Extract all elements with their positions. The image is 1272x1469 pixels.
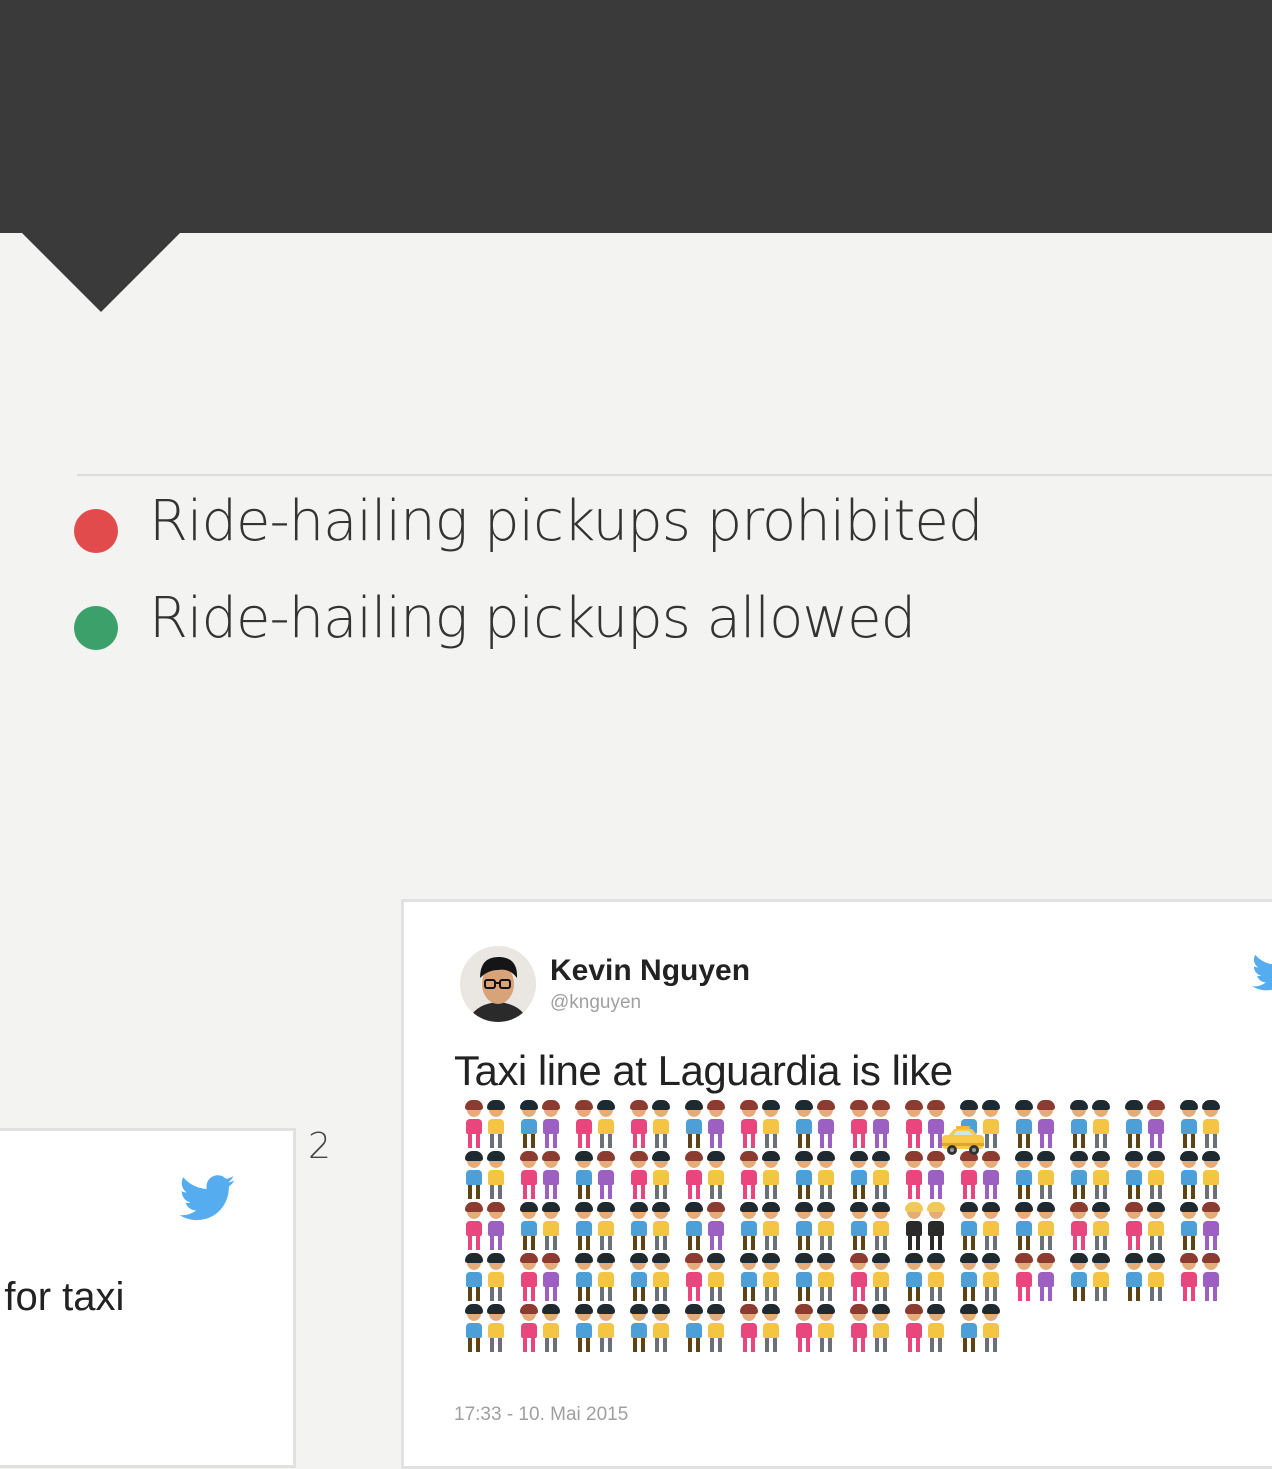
couple-emoji-icon xyxy=(629,1202,684,1253)
couple-emoji-icon xyxy=(574,1253,629,1304)
couple-emoji-icon xyxy=(849,1151,904,1202)
green-dot-icon xyxy=(74,606,118,650)
couple-emoji-icon xyxy=(849,1100,904,1151)
couple-emoji-icon xyxy=(464,1304,519,1355)
couple-emoji-icon xyxy=(519,1151,574,1202)
red-dot-icon xyxy=(74,509,118,553)
couple-emoji-icon xyxy=(794,1151,849,1202)
header-pointer xyxy=(21,232,181,312)
emoji-row xyxy=(464,1253,1234,1304)
couple-emoji-icon xyxy=(904,1304,959,1355)
couple-emoji-icon xyxy=(959,1202,1014,1253)
couple-emoji-icon xyxy=(574,1304,629,1355)
couple-emoji-icon xyxy=(959,1253,1014,1304)
couple-emoji-icon xyxy=(629,1253,684,1304)
couple-emoji-icon xyxy=(739,1253,794,1304)
author-handle[interactable]: @knguyen xyxy=(550,992,641,1014)
couple-emoji-icon xyxy=(629,1304,684,1355)
couple-emoji-icon xyxy=(1179,1253,1234,1304)
emoji-row xyxy=(464,1304,1234,1355)
couple-emoji-icon xyxy=(629,1151,684,1202)
divider xyxy=(77,474,1272,476)
couple-emoji-icon xyxy=(1014,1151,1069,1202)
legend-label: Ride-hailing pickups allowed xyxy=(149,586,916,651)
couple-emoji-icon xyxy=(959,1151,1014,1202)
couple-emoji-icon xyxy=(464,1253,519,1304)
couple-emoji-icon xyxy=(1014,1202,1069,1253)
couple-emoji-icon xyxy=(904,1202,959,1253)
couple-emoji-icon xyxy=(739,1100,794,1151)
emoji-couples-grid xyxy=(464,1100,1234,1355)
avatar-portrait-icon xyxy=(460,946,536,1022)
couple-emoji-icon xyxy=(629,1100,684,1151)
couple-emoji-icon xyxy=(849,1304,904,1355)
couple-emoji-icon xyxy=(1069,1100,1124,1151)
couple-emoji-icon xyxy=(959,1304,1014,1355)
couple-emoji-icon xyxy=(1179,1202,1234,1253)
couple-emoji-icon xyxy=(739,1304,794,1355)
couple-emoji-icon xyxy=(794,1202,849,1253)
couple-emoji-icon xyxy=(794,1253,849,1304)
couple-emoji-icon xyxy=(904,1151,959,1202)
author-name[interactable]: Kevin Nguyen xyxy=(550,954,750,988)
couple-emoji-icon xyxy=(794,1304,849,1355)
couple-emoji-icon xyxy=(849,1202,904,1253)
couple-emoji-icon xyxy=(684,1253,739,1304)
couple-emoji-icon xyxy=(1014,1100,1069,1151)
couple-emoji-icon xyxy=(684,1304,739,1355)
couple-emoji-icon xyxy=(464,1151,519,1202)
twitter-bird-icon[interactable] xyxy=(1252,952,1272,992)
couple-emoji-icon xyxy=(1124,1202,1179,1253)
tweet-text: e for taxi xyxy=(0,1275,125,1319)
twitter-bird-icon xyxy=(179,1175,235,1221)
emoji-row xyxy=(464,1151,1234,1202)
tweet-timestamp[interactable]: 17:33 - 10. Mai 2015 xyxy=(454,1404,628,1426)
couple-emoji-icon xyxy=(684,1100,739,1151)
header-bar xyxy=(0,0,1272,233)
couple-emoji-icon xyxy=(1014,1253,1069,1304)
couple-emoji-icon xyxy=(739,1202,794,1253)
couple-emoji-icon xyxy=(1069,1202,1124,1253)
couple-emoji-icon xyxy=(574,1151,629,1202)
couple-emoji-icon xyxy=(574,1202,629,1253)
couple-emoji-icon xyxy=(794,1100,849,1151)
couple-emoji-icon xyxy=(1179,1151,1234,1202)
couple-emoji-icon xyxy=(464,1100,519,1151)
couple-emoji-icon xyxy=(1124,1151,1179,1202)
couple-emoji-icon xyxy=(574,1100,629,1151)
couple-emoji-icon xyxy=(1124,1100,1179,1151)
couple-emoji-icon xyxy=(519,1100,574,1151)
couple-emoji-icon xyxy=(1179,1100,1234,1151)
couple-emoji-icon xyxy=(684,1202,739,1253)
tweet-card-right[interactable]: Kevin Nguyen @knguyen Taxi line at Lagua… xyxy=(401,899,1272,1469)
couple-emoji-icon xyxy=(684,1151,739,1202)
couple-emoji-icon xyxy=(464,1202,519,1253)
couple-emoji-icon xyxy=(904,1253,959,1304)
couple-emoji-icon xyxy=(849,1253,904,1304)
tweet-card-left[interactable]: e for taxi xyxy=(0,1128,296,1468)
couple-emoji-icon xyxy=(1124,1253,1179,1304)
emoji-row xyxy=(464,1100,1234,1151)
avatar[interactable] xyxy=(460,946,536,1022)
taxi-icon xyxy=(942,1126,984,1155)
couple-emoji-icon xyxy=(519,1253,574,1304)
couple-emoji-icon xyxy=(739,1151,794,1202)
tweet-text: Taxi line at Laguardia is like xyxy=(454,1047,953,1094)
page-number: 2 xyxy=(308,1126,331,1167)
couple-emoji-icon xyxy=(519,1304,574,1355)
couple-emoji-icon xyxy=(1069,1253,1124,1304)
emoji-row xyxy=(464,1202,1234,1253)
couple-emoji-icon xyxy=(1069,1151,1124,1202)
couple-emoji-icon xyxy=(519,1202,574,1253)
legend-label: Ride-hailing pickups prohibited xyxy=(149,489,983,554)
